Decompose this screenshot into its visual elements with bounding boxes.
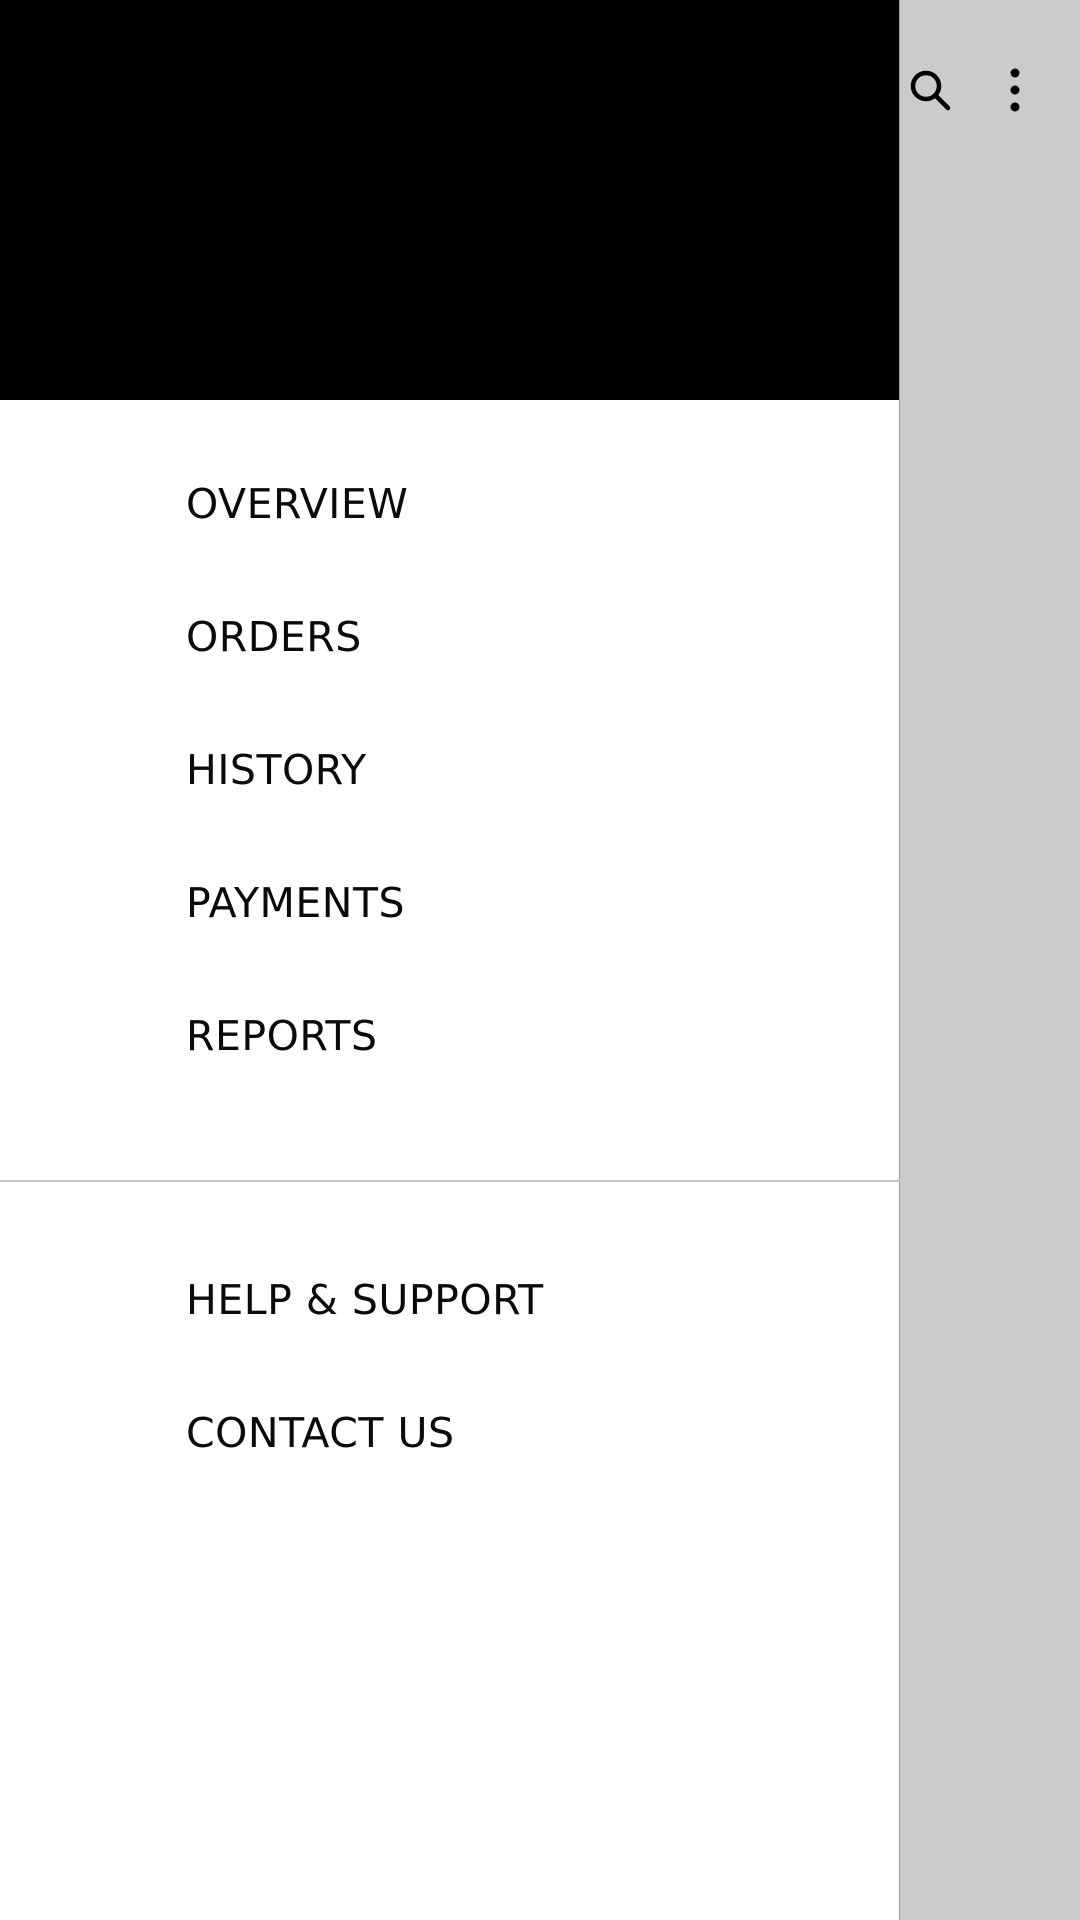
more-options-button[interactable] [985, 60, 1045, 120]
app-bar-actions [900, 60, 1080, 120]
nav-item-overview[interactable]: OVERVIEW [0, 438, 899, 571]
search-button[interactable] [900, 60, 960, 120]
nav-item-help-support[interactable]: HELP & SUPPORT [0, 1234, 900, 1367]
nav-item-reports[interactable]: REPORTS [0, 970, 899, 1103]
navigation-drawer: OVERVIEW ORDERS HISTORY PAYMENTS REPORTS… [0, 0, 900, 1920]
primary-nav-list: OVERVIEW ORDERS HISTORY PAYMENTS REPORTS [0, 400, 899, 1103]
secondary-nav-list: HELP & SUPPORT CONTACT US [0, 1234, 900, 1500]
search-icon [910, 70, 951, 111]
drawer-divider [0, 1180, 900, 1182]
nav-item-contact-us[interactable]: CONTACT US [0, 1367, 900, 1500]
drawer-header [0, 0, 899, 400]
more-vert-icon [1010, 68, 1020, 112]
nav-item-orders[interactable]: ORDERS [0, 571, 899, 704]
nav-item-history[interactable]: HISTORY [0, 704, 899, 837]
nav-item-payments[interactable]: PAYMENTS [0, 837, 899, 970]
